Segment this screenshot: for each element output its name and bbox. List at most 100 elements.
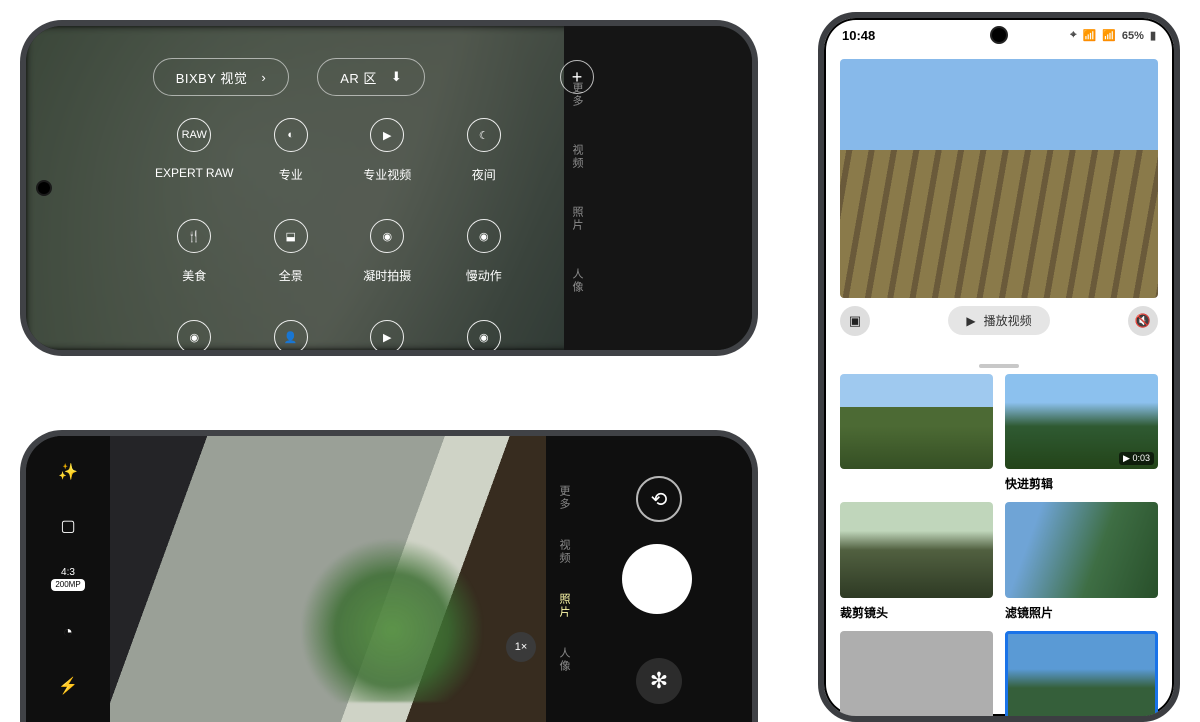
hero-media[interactable] [840,59,1158,298]
switch-camera-button[interactable]: ⟲ [636,476,682,522]
mode-label: 全景 [279,267,303,284]
mode-tab[interactable]: 人像 [569,268,585,294]
mute-button[interactable]: 🔇 [1128,306,1158,336]
mode-portrait-vid[interactable]: 👤人像视频 [243,320,340,356]
thumb-crop[interactable]: 裁剪镜头 [840,502,993,621]
viewfinder-subject [302,522,482,702]
top-pill-row: BIXBY 视觉 › AR 区 ⬇ [26,58,552,96]
mode-tab-strip: 更多视频照片人像 [552,436,576,722]
mode-tab[interactable]: 照片 [569,206,585,232]
status-bar: 10:48 ⌖ 📶 📶 65% ▮ [824,18,1174,49]
hero-action-row: ▣ ▶ 播放视频 🔇 [840,306,1158,336]
panorama-icon: ⬓ [274,219,308,253]
phone-camera-modes: BIXBY 视觉 › AR 区 ⬇ + RAWEXPERT RAW◐专业▶专业视… [20,20,758,356]
timer-icon[interactable]: ◔ [54,619,82,647]
mode-tab[interactable]: 视频 [569,144,585,170]
thumb-image [840,502,993,598]
zoom-value: 1× [515,641,528,653]
mode-label: 专业 [279,166,303,183]
pro-icon: ◐ [274,118,308,152]
pro-video-icon: ▶ [370,118,404,152]
mode-tab[interactable]: 人像 [556,647,572,673]
mode-food[interactable]: 🍴 美食 [146,219,243,284]
shutter-button[interactable] [622,544,692,614]
mode-label: EXPERT RAW [155,166,233,180]
thumb-orig[interactable] [840,374,993,493]
signal-icon: 📶 [1102,29,1116,42]
bixby-label: BIXBY 视觉 [176,68,248,87]
thumb-bw[interactable] [840,631,993,722]
thumb-image [1005,502,1158,598]
single-take-icon: ◉ [467,320,501,354]
front-camera-hole [992,28,1006,42]
resolution-badge: 200MP [51,579,84,591]
mode-tab[interactable]: 更多 [569,82,585,108]
mode-label: 专业视频 [363,166,411,183]
battery-icon: ▮ [1150,29,1156,42]
sparkle-icon[interactable]: ✨ [54,458,82,486]
mode-label: 夜间 [472,166,496,183]
motion-photo-icon[interactable]: ▢ [54,512,82,540]
thumb-image [840,631,993,722]
save-icon: ▣ [849,313,861,329]
mode-label: 慢动作 [466,267,502,284]
thumb-speed[interactable]: ▶ 0:03 快进剪辑 [1005,374,1158,493]
mode-hyperlapse[interactable]: ◉ 凝时拍摄 [339,219,436,284]
ar-zone-button[interactable]: AR 区 ⬇ [317,58,425,96]
thumb-caption: 滤镜照片 [1005,604,1158,621]
thumb-image: ▶ 0:03 [1005,374,1158,470]
director-icon: ▶ [370,320,404,354]
flash-icon[interactable]: ⚡ [54,672,82,700]
mode-timelapse[interactable]: ◉延时摄影 [146,320,243,356]
wifi-icon: 📶 [1083,29,1097,42]
expert-raw-icon: RAW [177,118,211,152]
mode-panorama[interactable]: ⬓ 全景 [243,219,340,284]
night-icon: ☾ [467,118,501,152]
thumb-caption: 快进剪辑 [1005,475,1158,492]
mode-label: 美食 [182,267,206,284]
front-camera-hole [38,182,50,194]
camera-mode-grid: RAWEXPERT RAW◐专业▶专业视频☾夜间🍴美食⬓全景◉凝时拍摄◉慢动作◉… [146,118,532,356]
hyperlapse-icon: ◉ [370,219,404,253]
location-icon: ⌖ [1070,29,1076,42]
zoom-chip[interactable]: 1× [506,632,536,662]
thumb-image [1005,631,1158,722]
mute-icon: 🔇 [1135,313,1151,329]
thumb-filter[interactable]: 滤镜照片 [1005,502,1158,621]
mode-pro[interactable]: ◐ 专业 [243,118,340,183]
save-copy-button[interactable]: ▣ [840,306,870,336]
mode-director[interactable]: ▶导演视角 [339,320,436,356]
thumb-sel[interactable] [1005,631,1158,722]
mode-single-take[interactable]: ◉AI一键多拍 [436,320,533,356]
mode-tab[interactable]: 更多 [556,485,572,511]
play-label: 播放视频 [984,312,1032,329]
timelapse-icon: ◉ [177,320,211,354]
aspect-ratio-button[interactable]: 4:3 200MP [54,565,82,593]
battery-text: 65% [1122,30,1144,42]
mode-night[interactable]: ☾ 夜间 [436,118,533,183]
result-thumbnail-grid: ▶ 0:03 快进剪辑裁剪镜头滤镜照片 [824,374,1174,722]
phone-gallery-singletake: 10:48 ⌖ 📶 📶 65% ▮ ▣ ▶ 播放视频 🔇 ▶ 0:03 快进剪辑裁… [818,12,1180,722]
viewfinder[interactable] [110,436,546,722]
mode-expert-raw[interactable]: RAW EXPERT RAW [146,118,243,183]
single-take-content: ▣ ▶ 播放视频 🔇 [824,49,1174,374]
food-icon: 🍴 [177,219,211,253]
status-icons: ⌖ 📶 📶 65% ▮ [1070,29,1156,42]
effects-button[interactable]: ✻ [636,658,682,704]
duration-badge: ▶ 0:03 [1119,452,1154,465]
ar-label: AR 区 [340,68,377,87]
mode-tab[interactable]: 视频 [556,539,572,565]
portrait-vid-icon: 👤 [274,320,308,354]
play-video-button[interactable]: ▶ 播放视频 [948,306,1049,335]
thumb-caption: 裁剪镜头 [840,604,993,621]
bixby-vision-button[interactable]: BIXBY 视觉 › [153,58,290,96]
mode-tab[interactable]: 照片 [556,593,572,619]
left-toolbar: ✨ ▢ 4:3 200MP ◔ ⚡ [26,436,110,722]
mode-label: 凝时拍摄 [363,267,411,284]
mode-pro-video[interactable]: ▶ 专业视频 [339,118,436,183]
mode-tab-strip: 更多视频照片人像 [562,26,592,350]
chevron-right-icon: › [261,70,266,85]
mode-slowmo[interactable]: ◉慢动作 [436,219,533,284]
drag-handle[interactable] [979,364,1019,368]
download-icon: ⬇ [391,69,402,85]
